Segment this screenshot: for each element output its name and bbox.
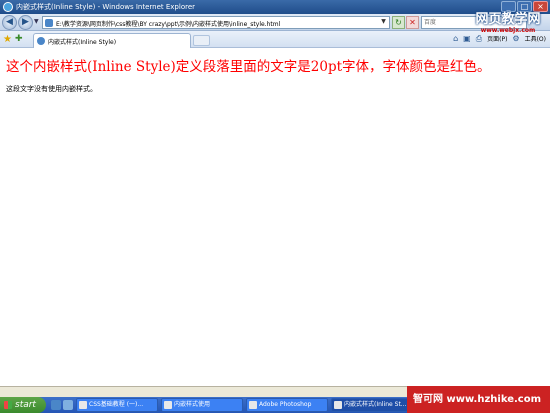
start-button[interactable]: start [0,397,46,413]
taskbar-task-active[interactable]: 内嵌式样式(Inline St... [331,398,413,412]
start-label: start [15,400,36,410]
quicklaunch-ie-icon[interactable] [51,400,61,410]
page-content: 这个内嵌样式(Inline Style)定义段落里面的文字是20pt字体，字体颜… [0,49,550,386]
window-titlebar[interactable]: 内嵌式样式(Inline Style) - Windows Internet E… [0,0,550,14]
watermark-bottom: 智可网 www.hzhike.com [407,386,550,413]
address-toolbar: ◀ ▶ ▼ E:\教学资源\网页制作\css教程\BY crazy\ppt\示例… [0,14,550,31]
back-button[interactable]: ◀ [2,15,17,30]
task-photoshop-icon [249,401,257,409]
page-icon [45,19,53,27]
stop-button[interactable]: ✕ [406,16,419,29]
taskbar-task[interactable]: CSS基础教程 (一)... [76,398,158,412]
tab-page-icon [37,37,45,45]
watermark-top-url: www.webjx.com [480,27,536,34]
address-field[interactable]: E:\教学资源\网页制作\css教程\BY crazy\ppt\示例\内嵌样式使… [42,16,390,29]
task-ie-icon [334,401,342,409]
inline-styled-paragraph: 这个内嵌样式(Inline Style)定义段落里面的文字是20pt字体，字体颜… [6,59,491,75]
add-favorite-icon[interactable]: ✚ [15,34,23,44]
task-folder-icon [164,401,172,409]
address-url[interactable]: E:\教学资源\网页制作\css教程\BY crazy\ppt\示例\内嵌样式使… [56,19,280,28]
tab-label: 内嵌式样式(Inline Style) [48,39,117,46]
refresh-button[interactable]: ↻ [392,16,405,29]
taskbar-task[interactable]: 内嵌样式使用 [161,398,243,412]
ie-logo-icon [3,2,13,12]
quicklaunch-desktop-icon[interactable] [63,400,73,410]
taskbar-buttons: CSS基础教程 (一)... 内嵌样式使用 Adobe Photoshop 内嵌… [76,398,413,412]
address-dropdown-icon[interactable]: ▼ [379,18,388,27]
tab-current[interactable]: 内嵌式样式(Inline Style) [33,33,191,48]
task-app-icon [79,401,87,409]
tab-bar: ★ ✚ 内嵌式样式(Inline Style) ⌂ ▣ ⎙ 页面(P) ⚙ 工具… [0,31,550,48]
favorites-star-icon[interactable]: ★ [3,34,12,45]
home-icon[interactable]: ⌂ [453,34,458,44]
window-title: 内嵌式样式(Inline Style) - Windows Internet E… [16,3,196,11]
plain-paragraph: 这段文字没有使用内嵌样式。 [6,85,97,93]
history-dropdown-icon[interactable]: ▼ [34,18,39,25]
taskbar-task[interactable]: Adobe Photoshop [246,398,328,412]
forward-button[interactable]: ▶ [18,15,33,30]
watermark-top-title: 网页教学网 [475,12,541,27]
windows-flag-icon [4,401,12,409]
new-tab-button[interactable] [193,35,210,46]
watermark-top: 网页教学网 www.webjx.com [470,8,546,38]
